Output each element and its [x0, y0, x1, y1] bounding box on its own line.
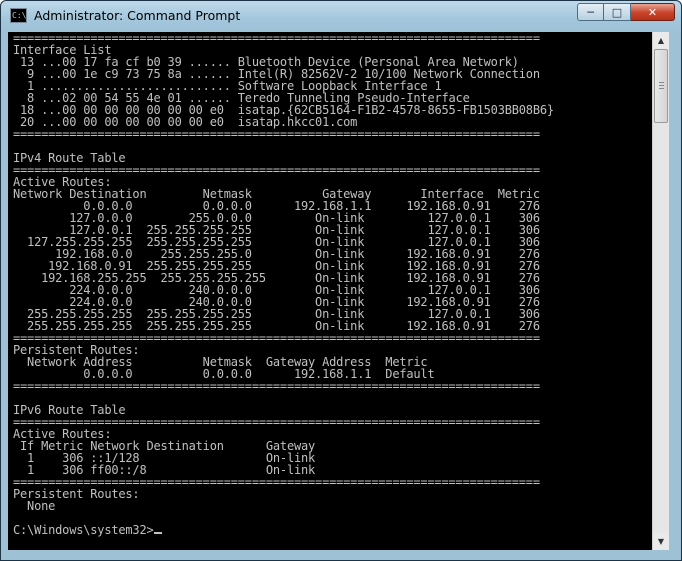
scroll-up-button[interactable]: ▲ — [653, 32, 669, 49]
command-prompt-window: C:\ Administrator: Command Prompt ─ □ ✕ … — [0, 0, 682, 561]
caption-buttons: ─ □ ✕ — [577, 3, 675, 22]
scrollbar-thumb[interactable] — [654, 49, 668, 123]
scroll-up-arrow-icon: ▲ — [657, 36, 665, 45]
grip-line — [659, 88, 664, 89]
window-title: Administrator: Command Prompt — [34, 8, 241, 23]
maximize-icon: □ — [611, 5, 623, 19]
minimize-button[interactable]: ─ — [577, 3, 604, 21]
console-line: ========================================… — [13, 379, 540, 393]
minimize-icon: ─ — [587, 5, 594, 19]
close-icon: ✕ — [647, 5, 658, 19]
console-text: ========================================… — [8, 32, 652, 536]
console-line: None — [13, 499, 56, 513]
grip-line — [659, 82, 664, 83]
console-line: ========================================… — [13, 127, 540, 141]
scroll-down-button[interactable]: ▼ — [653, 533, 669, 550]
scroll-down-arrow-icon: ▼ — [657, 537, 665, 546]
window-bottom-border — [8, 550, 669, 560]
grip-line — [659, 85, 664, 86]
vertical-scrollbar[interactable]: ▲ ▼ — [652, 32, 669, 550]
maximize-button[interactable]: □ — [604, 3, 631, 21]
close-button[interactable]: ✕ — [631, 3, 675, 21]
text-cursor — [153, 532, 162, 534]
title-bar[interactable]: C:\ Administrator: Command Prompt ─ □ ✕ — [1, 1, 681, 32]
console-output[interactable]: ========================================… — [8, 32, 652, 550]
console-line: C:\Windows\system32> — [13, 523, 154, 537]
command-prompt-icon[interactable]: C:\ — [10, 8, 27, 23]
